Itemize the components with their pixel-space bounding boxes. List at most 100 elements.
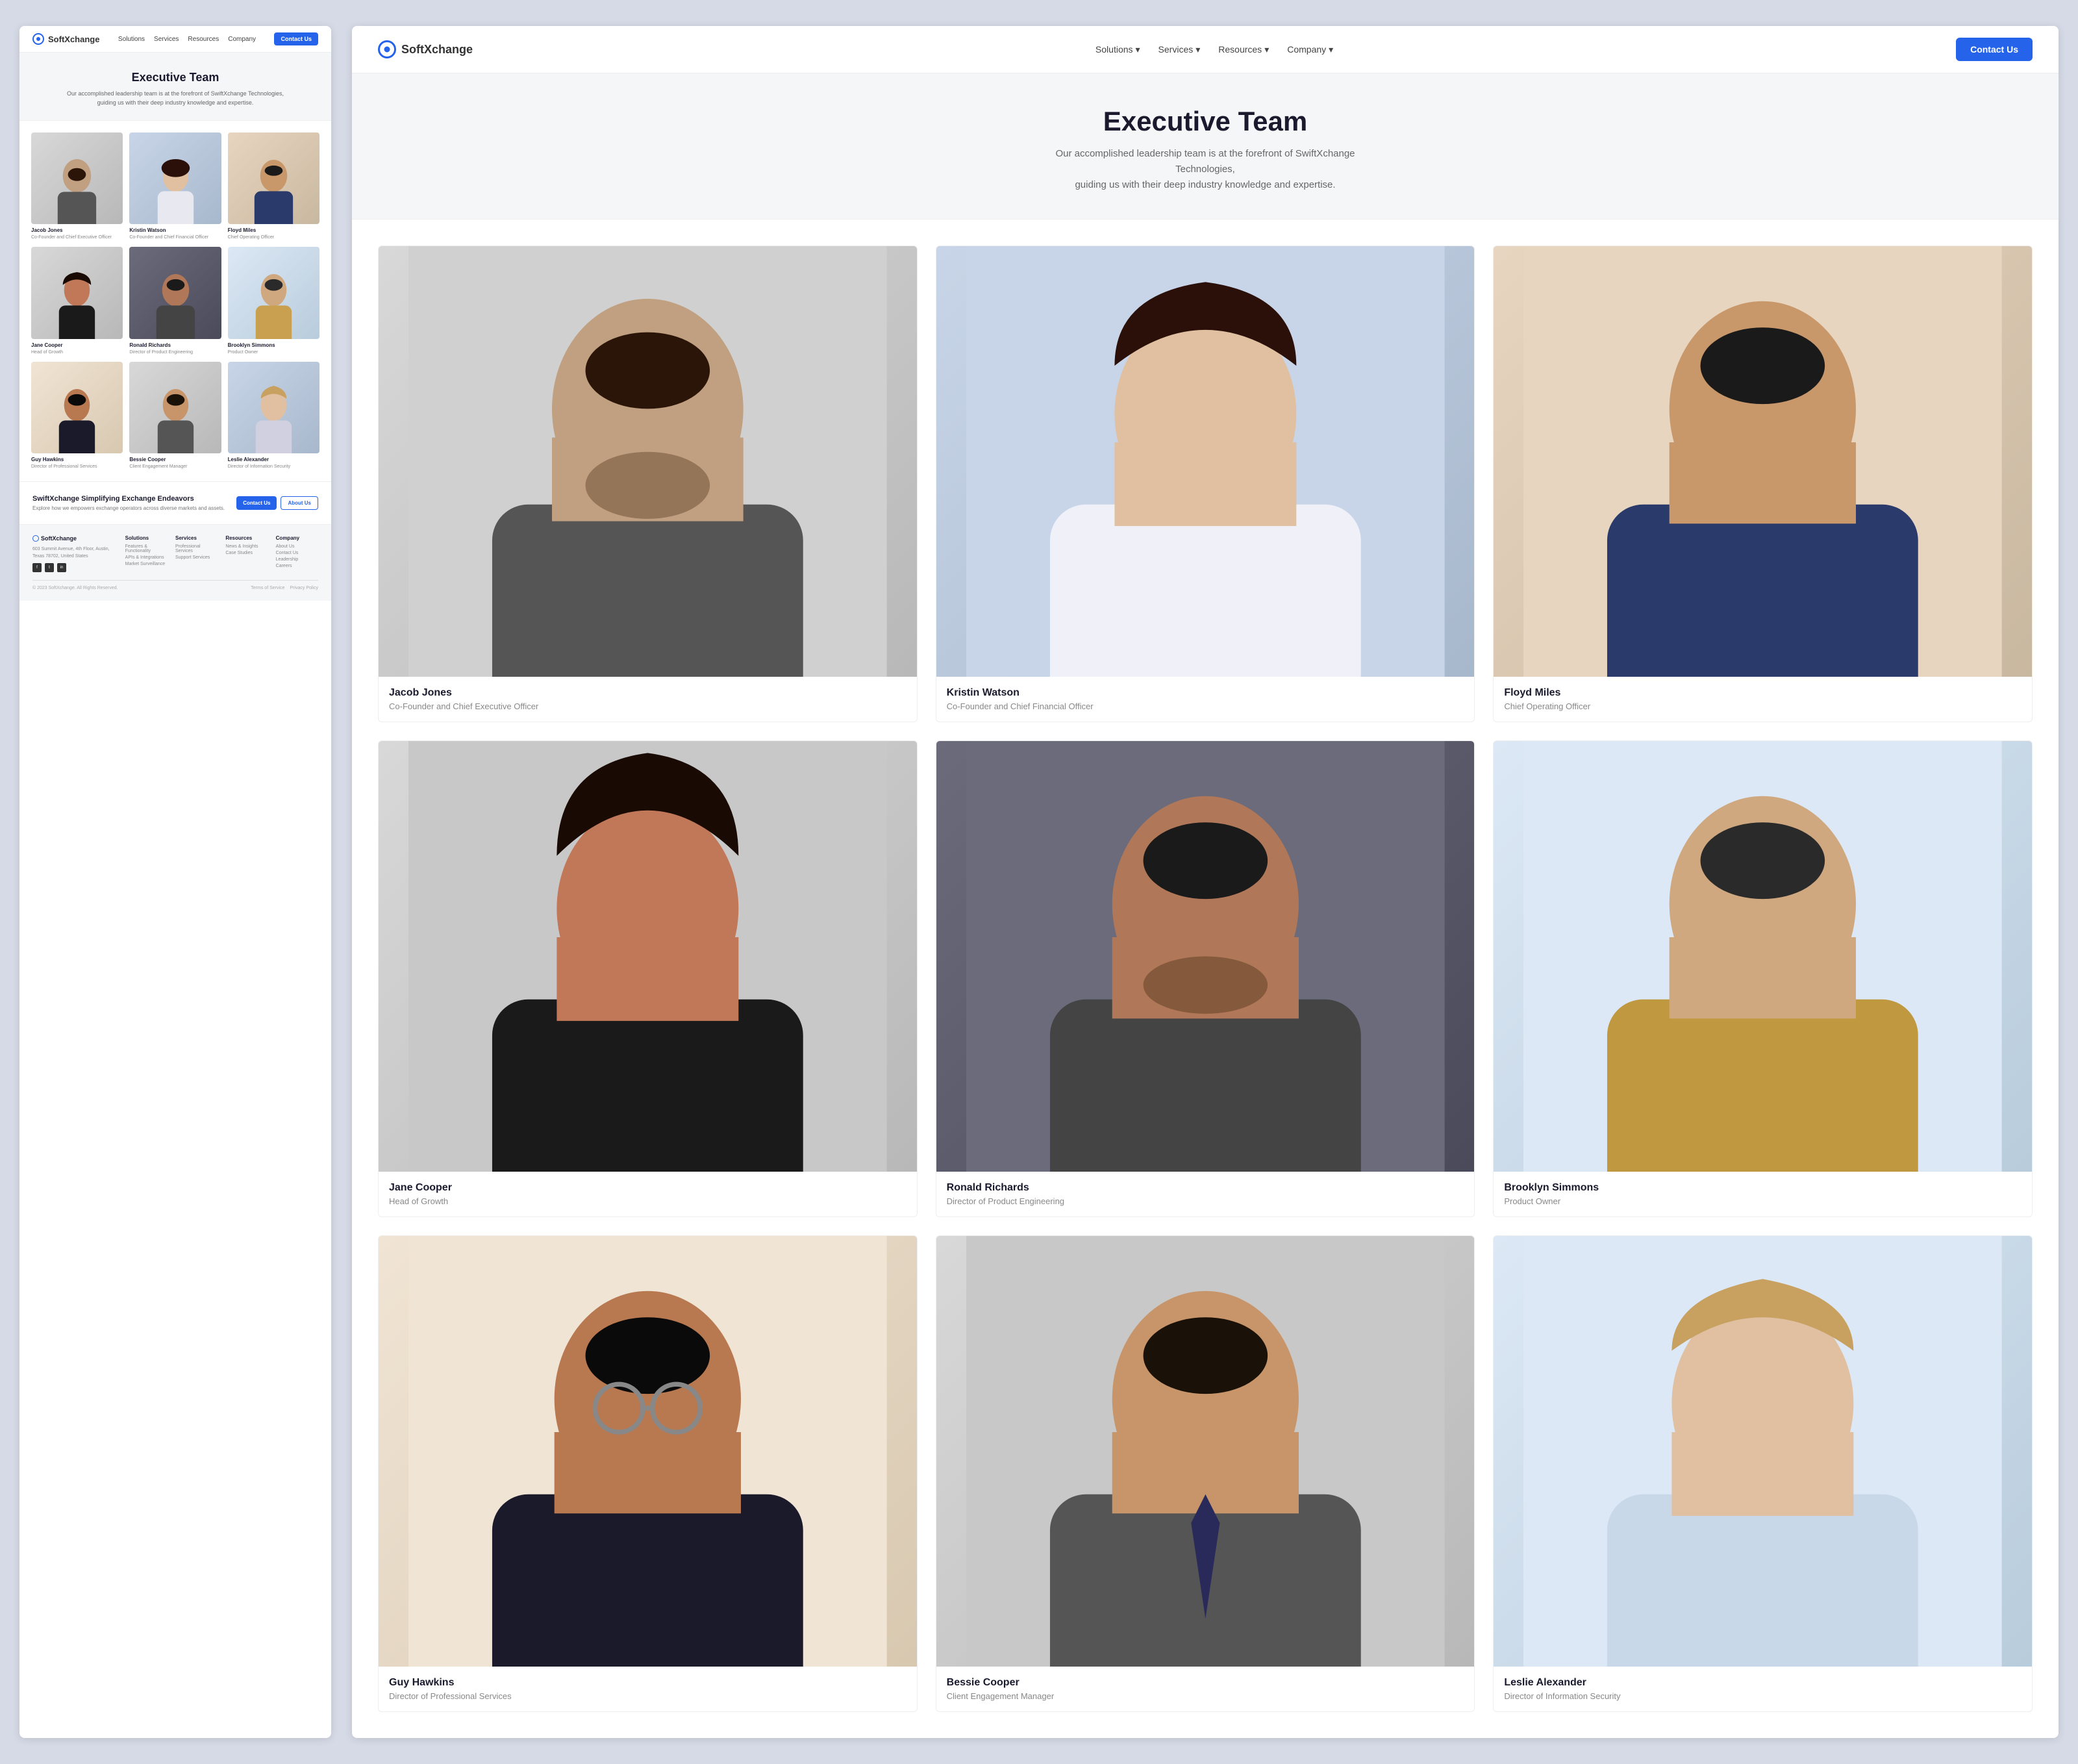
- member-photo-guy-right: [379, 1236, 917, 1667]
- nav-company-left[interactable]: Company: [228, 36, 256, 43]
- member-card-jacob-left[interactable]: Jacob Jones Co-Founder and Chief Executi…: [31, 132, 123, 240]
- logo-icon-left: [32, 33, 44, 45]
- member-card-guy-right[interactable]: Guy Hawkins Director of Professional Ser…: [378, 1235, 918, 1712]
- member-title-bessie-right: Client Engagement Manager: [947, 1691, 1464, 1701]
- twitter-icon[interactable]: t: [45, 563, 54, 572]
- footer-link-contact[interactable]: Contact Us: [276, 551, 318, 555]
- member-photo-brooklyn-left: [228, 247, 319, 338]
- member-title-jacob-right: Co-Founder and Chief Executive Officer: [389, 701, 907, 711]
- member-card-ronald-right[interactable]: Ronald Richards Director of Product Engi…: [936, 740, 1475, 1217]
- member-photo-bessie-right: [936, 1236, 1475, 1667]
- footer-bottom: © 2023 SoftXchange. All Rights Reserved.…: [32, 580, 318, 590]
- footer-company-col: Company About Us Contact Us Leadership C…: [276, 535, 318, 572]
- copyright-text: © 2023 SoftXchange. All Rights Reserved.: [32, 586, 118, 590]
- contact-button-left[interactable]: Contact Us: [274, 32, 318, 45]
- footer-link-market[interactable]: Market Surveillance: [125, 562, 168, 566]
- member-name-jane-left: Jane Cooper: [31, 342, 123, 348]
- member-name-bessie-left: Bessie Cooper: [129, 457, 221, 462]
- member-card-floyd-left[interactable]: Floyd Miles Chief Operating Officer: [228, 132, 319, 240]
- team-grid-left: Jacob Jones Co-Founder and Chief Executi…: [19, 121, 331, 481]
- member-card-kristin-right[interactable]: Kristin Watson Co-Founder and Chief Fina…: [936, 246, 1475, 722]
- nav-services-right[interactable]: Services▾: [1158, 44, 1201, 55]
- member-name-floyd-left: Floyd Miles: [228, 227, 319, 233]
- member-card-jane-left[interactable]: Jane Cooper Head of Growth: [31, 247, 123, 355]
- member-name-floyd-right: Floyd Miles: [1504, 687, 2022, 699]
- member-card-kristin-left[interactable]: Kristin Watson Co-Founder and Chief Fina…: [129, 132, 221, 240]
- nav-company-right[interactable]: Company▾: [1287, 44, 1333, 55]
- member-title-kristin-left: Co-Founder and Chief Financial Officer: [129, 234, 221, 240]
- privacy-link[interactable]: Privacy Policy: [290, 586, 318, 590]
- footer-link-about[interactable]: About Us: [276, 544, 318, 549]
- member-card-floyd-right[interactable]: Floyd Miles Chief Operating Officer: [1493, 246, 2033, 722]
- footer-link-support[interactable]: Support Services: [175, 555, 218, 560]
- member-info-guy-right: Guy Hawkins Director of Professional Ser…: [379, 1667, 917, 1711]
- member-card-leslie-right[interactable]: Leslie Alexander Director of Information…: [1493, 1235, 2033, 1712]
- terms-link[interactable]: Terms of Service: [251, 586, 284, 590]
- cta-section-left: SwiftXchange Simplifying Exchange Endeav…: [19, 481, 331, 524]
- logo-left[interactable]: SoftXchange: [32, 33, 99, 45]
- member-photo-kristin-right: [936, 246, 1475, 677]
- cta-about-button-left[interactable]: About Us: [281, 496, 318, 510]
- member-card-guy-left[interactable]: Guy Hawkins Director of Professional Ser…: [31, 362, 123, 470]
- footer-solutions-heading: Solutions: [125, 535, 168, 541]
- footer-left: SoftXchange 603 Summit Avenue, 4th Floor…: [19, 524, 331, 600]
- member-card-brooklyn-left[interactable]: Brooklyn Simmons Product Owner: [228, 247, 319, 355]
- hero-right: Executive Team Our accomplished leadersh…: [352, 73, 2059, 220]
- member-title-ronald-right: Director of Product Engineering: [947, 1196, 1464, 1206]
- member-name-leslie-right: Leslie Alexander: [1504, 1677, 2022, 1689]
- member-info-leslie-right: Leslie Alexander Director of Information…: [1494, 1667, 2032, 1711]
- hero-title-left: Executive Team: [32, 71, 318, 84]
- member-photo-guy-left: [31, 362, 123, 453]
- logo-right[interactable]: SoftXchange: [378, 40, 473, 58]
- member-name-jacob-right: Jacob Jones: [389, 687, 907, 699]
- member-title-brooklyn-left: Product Owner: [228, 349, 319, 355]
- member-title-leslie-right: Director of Information Security: [1504, 1691, 2022, 1701]
- nav-links-left: Solutions Services Resources Company: [118, 36, 256, 43]
- member-title-guy-right: Director of Professional Services: [389, 1691, 907, 1701]
- member-title-jacob-left: Co-Founder and Chief Executive Officer: [31, 234, 123, 240]
- member-card-brooklyn-right[interactable]: Brooklyn Simmons Product Owner: [1493, 740, 2033, 1217]
- nav-services-left[interactable]: Services: [154, 36, 179, 43]
- footer-link-cases[interactable]: Case Studies: [225, 551, 268, 555]
- nav-resources-right[interactable]: Resources▾: [1218, 44, 1269, 55]
- member-title-kristin-right: Co-Founder and Chief Financial Officer: [947, 701, 1464, 711]
- member-name-guy-right: Guy Hawkins: [389, 1677, 907, 1689]
- hero-title-right: Executive Team: [378, 106, 2033, 137]
- member-card-ronald-left[interactable]: Ronald Richards Director of Product Engi…: [129, 247, 221, 355]
- footer-link-leadership[interactable]: Leadership: [276, 557, 318, 562]
- member-name-ronald-left: Ronald Richards: [129, 342, 221, 348]
- member-card-leslie-left[interactable]: Leslie Alexander Director of Information…: [228, 362, 319, 470]
- member-card-bessie-left[interactable]: Bessie Cooper Client Engagement Manager: [129, 362, 221, 470]
- contact-button-right[interactable]: Contact Us: [1956, 38, 2033, 61]
- member-info-kristin-right: Kristin Watson Co-Founder and Chief Fina…: [936, 677, 1475, 722]
- footer-link-apis[interactable]: APIs & Integrations: [125, 555, 168, 560]
- member-title-jane-right: Head of Growth: [389, 1196, 907, 1206]
- footer-link-careers[interactable]: Careers: [276, 564, 318, 568]
- footer-link-professional[interactable]: Professional Services: [175, 544, 218, 553]
- member-info-ronald-right: Ronald Richards Director of Product Engi…: [936, 1172, 1475, 1216]
- member-info-jane-right: Jane Cooper Head of Growth: [379, 1172, 917, 1216]
- nav-solutions-left[interactable]: Solutions: [118, 36, 145, 43]
- member-card-bessie-right[interactable]: Bessie Cooper Client Engagement Manager: [936, 1235, 1475, 1712]
- footer-columns: SoftXchange 603 Summit Avenue, 4th Floor…: [32, 535, 318, 572]
- facebook-icon[interactable]: f: [32, 563, 42, 572]
- brand-name-right: SoftXchange: [401, 43, 473, 57]
- member-name-jacob-left: Jacob Jones: [31, 227, 123, 233]
- member-photo-floyd-right: [1494, 246, 2032, 677]
- footer-link-features[interactable]: Features & Functionality: [125, 544, 168, 553]
- linkedin-icon[interactable]: in: [57, 563, 66, 572]
- member-title-brooklyn-right: Product Owner: [1504, 1196, 2022, 1206]
- nav-solutions-right[interactable]: Solutions▾: [1095, 44, 1140, 55]
- member-photo-jacob-left: [31, 132, 123, 224]
- member-photo-bessie-left: [129, 362, 221, 453]
- footer-link-news[interactable]: News & Insights: [225, 544, 268, 549]
- cta-contact-button-left[interactable]: Contact Us: [236, 496, 277, 510]
- member-photo-jane-right: [379, 741, 917, 1172]
- member-name-guy-left: Guy Hawkins: [31, 457, 123, 462]
- member-info-bessie-right: Bessie Cooper Client Engagement Manager: [936, 1667, 1475, 1711]
- footer-services-heading: Services: [175, 535, 218, 541]
- member-card-jacob-right[interactable]: Jacob Jones Co-Founder and Chief Executi…: [378, 246, 918, 722]
- member-card-jane-right[interactable]: Jane Cooper Head of Growth: [378, 740, 918, 1217]
- member-name-ronald-right: Ronald Richards: [947, 1182, 1464, 1194]
- nav-resources-left[interactable]: Resources: [188, 36, 219, 43]
